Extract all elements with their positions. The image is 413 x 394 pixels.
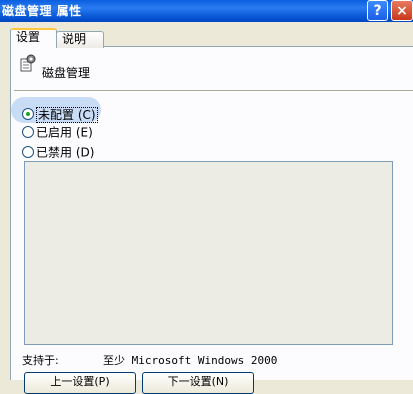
help-icon: ? [373,3,382,19]
radio-enabled[interactable]: 已启用 (E) [22,124,93,140]
policy-name: 磁盘管理 [42,66,91,80]
radio-not-configured-button[interactable] [22,107,34,120]
radio-enabled-button[interactable] [22,125,34,138]
supported-on-value: 至少 Microsoft Windows 2000 [103,354,278,367]
radio-not-configured[interactable]: 未配置 (C) [22,106,98,123]
separator [14,90,413,92]
comment-textbox[interactable] [24,161,393,345]
next-setting-button[interactable]: 下一设置(N) [142,372,254,394]
policy-setting-icon [20,54,36,72]
next-setting-label: 下一设置(N) [167,375,229,388]
tab-settings-label: 设置 [16,30,41,44]
previous-setting-button[interactable]: 上一设置(P) [24,372,136,394]
radio-enabled-label: 已启用 (E) [36,125,93,140]
tab-settings[interactable]: 设置 [10,28,57,48]
close-icon: × [396,3,408,19]
radio-not-configured-label: 未配置 (C) [36,106,98,123]
supported-on-label: 支持于: [22,354,59,367]
radio-disabled-label: 已禁用 (D) [36,145,95,160]
radio-disabled-button[interactable] [22,145,34,158]
radio-disabled[interactable]: 已禁用 (D) [22,144,94,160]
tab-explain[interactable]: 说明 [56,31,104,48]
previous-setting-label: 上一设置(P) [50,375,110,388]
help-button[interactable]: ? [367,0,388,21]
close-button[interactable]: × [391,0,413,21]
tab-explain-label: 说明 [62,32,87,46]
title-bar[interactable]: 磁盘管理 属性 ? × [0,0,413,22]
window-title: 磁盘管理 属性 [2,4,82,18]
